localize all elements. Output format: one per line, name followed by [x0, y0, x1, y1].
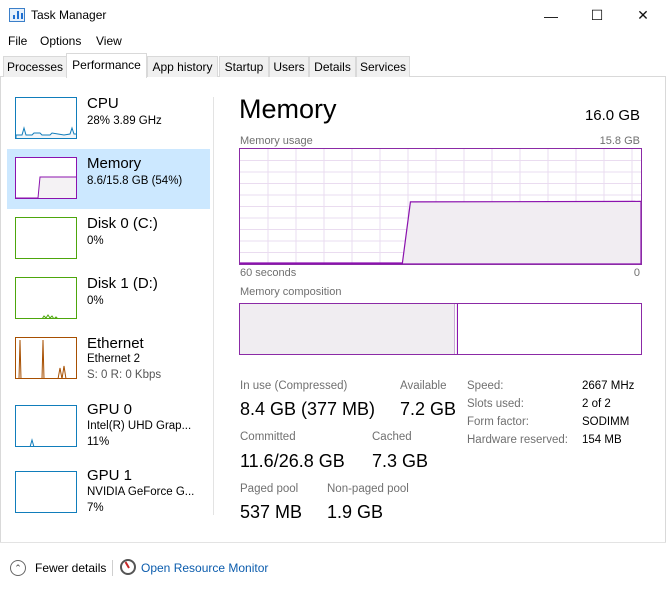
composition-modified [456, 304, 458, 354]
time-axis-end: 0 [633, 267, 640, 279]
available-label: Available [400, 380, 447, 392]
disk-graph-icon [15, 217, 77, 259]
hardware-reserved-value: 154 MB [582, 434, 622, 446]
tab-processes[interactable]: Processes [3, 56, 67, 77]
committed-value: 11.6/26.8 GB [240, 451, 345, 471]
memory-total: 16.0 GB [584, 107, 640, 124]
footer-divider [112, 560, 113, 576]
paged-pool-value: 537 MB [240, 502, 303, 522]
sidebar-item-detail: NVIDIA GeForce G... [87, 486, 195, 498]
sidebar-item-detail: Intel(R) UHD Grap... [87, 420, 192, 432]
maximize-button[interactable]: ☐ [574, 0, 620, 31]
tab-services[interactable]: Services [356, 56, 410, 77]
committed-label: Committed [240, 431, 296, 443]
sidebar-item-title: CPU [87, 95, 119, 112]
disk-graph-icon [15, 277, 77, 319]
memory-graph-icon [15, 157, 77, 199]
menu-options[interactable]: Options [40, 34, 81, 48]
available-value: 7.2 GB [400, 399, 457, 419]
sidebar-item-title: GPU 0 [87, 401, 133, 418]
speed-label: Speed: [467, 380, 504, 392]
open-resource-monitor-link[interactable]: Open Resource Monitor [141, 561, 268, 575]
chevron-up-icon[interactable]: ⌃ [10, 560, 26, 576]
gpu-graph-icon [15, 405, 77, 447]
menu-bar: File Options View [0, 31, 666, 53]
sidebar-item-memory[interactable]: Memory 8.6/15.8 GB (54%) [7, 149, 210, 209]
memory-usage-chart [239, 149, 642, 265]
form-factor-value: SODIMM [582, 416, 630, 428]
memory-composition-label: Memory composition [240, 286, 342, 298]
sidebar-item-detail: 28% 3.89 GHz [87, 115, 162, 127]
time-axis-label: 60 seconds [240, 267, 297, 279]
tab-details[interactable]: Details [309, 56, 356, 77]
minimize-button[interactable]: — [528, 0, 574, 31]
close-icon: ✕ [637, 7, 649, 23]
footer: ⌃ Fewer details Open Resource Monitor [0, 542, 666, 593]
speed-value: 2667 MHz [582, 380, 635, 392]
paged-pool-label: Paged pool [240, 483, 299, 495]
memory-usage-graph [239, 148, 642, 265]
minimize-icon: — [544, 7, 558, 24]
sidebar-item-detail: 0% [87, 295, 104, 307]
sidebar-item-cpu[interactable]: CPU 28% 3.89 GHz [7, 89, 210, 149]
resource-monitor-icon [120, 559, 136, 575]
non-paged-pool-label: Non-paged pool [327, 483, 409, 495]
close-button[interactable]: ✕ [620, 0, 666, 31]
tab-users[interactable]: Users [269, 56, 309, 77]
sidebar-item-disk-0[interactable]: Disk 0 (C:) 0% [7, 209, 210, 269]
task-manager-icon [9, 8, 25, 22]
cached-value: 7.3 GB [372, 451, 429, 471]
tab-performance[interactable]: Performance [66, 53, 147, 78]
sidebar-item-title: Memory [87, 155, 142, 172]
sidebar-item-detail: Ethernet 2 [87, 353, 141, 365]
memory-composition-bar [239, 303, 642, 355]
ethernet-graph-icon [15, 337, 77, 379]
memory-usage-max: 15.8 GB [599, 135, 640, 147]
cpu-graph-icon [15, 97, 77, 139]
form-factor-label: Form factor: [467, 416, 529, 428]
sidebar-item-title: Disk 1 (D:) [87, 275, 158, 292]
sidebar-item-gpu-1[interactable]: GPU 1 NVIDIA GeForce G... 7% [7, 461, 210, 527]
in-use-value: 8.4 GB (377 MB) [240, 399, 376, 419]
slots-used-value: 2 of 2 [582, 398, 611, 410]
page-title: Memory [239, 94, 337, 124]
maximize-icon: ☐ [590, 7, 604, 23]
menu-view[interactable]: View [96, 34, 122, 48]
tab-startup[interactable]: Startup [219, 56, 269, 77]
slots-used-label: Slots used: [467, 398, 524, 410]
performance-panel: CPU 28% 3.89 GHz Memory 8.6/15.8 GB (54%… [0, 77, 666, 542]
hardware-reserved-label: Hardware reserved: [467, 434, 568, 446]
cached-label: Cached [372, 431, 412, 443]
sidebar-item-title: GPU 1 [87, 467, 133, 484]
composition-in-use [240, 304, 455, 354]
tab-bar: Processes Performance App history Startu… [0, 53, 666, 78]
sidebar-item-disk-1[interactable]: Disk 1 (D:) 0% [7, 269, 210, 329]
sidebar-item-throughput: S: 0 R: 0 Kbps [87, 369, 162, 381]
non-paged-pool-value: 1.9 GB [327, 502, 384, 522]
tab-app-history[interactable]: App history [147, 56, 218, 77]
sidebar-item-ethernet[interactable]: Ethernet Ethernet 2 S: 0 R: 0 Kbps [7, 329, 210, 389]
window-title: Task Manager [31, 8, 107, 22]
sidebar-item-detail: 0% [87, 235, 104, 247]
sidebar-item-usage: 11% [87, 436, 110, 448]
in-use-label: In use (Compressed) [240, 380, 348, 392]
memory-usage-series [239, 200, 642, 265]
menu-file[interactable]: File [8, 34, 27, 48]
sidebar-item-title: Disk 0 (C:) [87, 215, 158, 232]
sidebar-item-gpu-0[interactable]: GPU 0 Intel(R) UHD Grap... 11% [7, 395, 210, 461]
fewer-details-button[interactable]: Fewer details [35, 561, 106, 575]
gpu-graph-icon [15, 471, 77, 513]
memory-usage-label: Memory usage [240, 135, 313, 147]
sidebar-item-usage: 7% [87, 502, 104, 514]
sidebar-divider [213, 97, 214, 515]
sidebar-item-title: Ethernet [87, 335, 144, 352]
title-bar: Task Manager — ☐ ✕ [0, 0, 666, 31]
sidebar-item-detail: 8.6/15.8 GB (54%) [87, 175, 183, 187]
